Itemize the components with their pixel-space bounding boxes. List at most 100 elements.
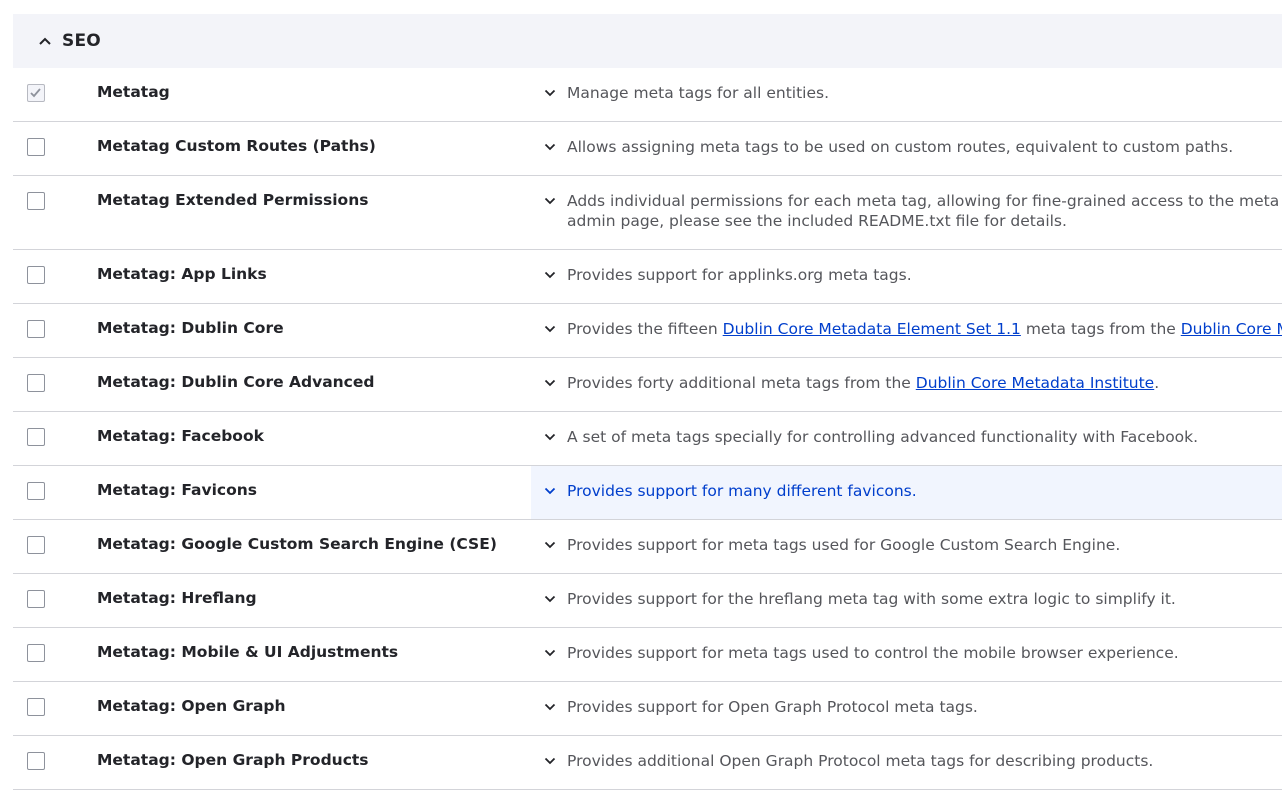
module-checkbox[interactable] — [27, 428, 45, 446]
module-checkbox[interactable] — [27, 590, 45, 608]
module-list-page: SEO Metatag Manage meta tags for all enti… — [0, 0, 1282, 790]
module-description: Provides support for the hreflang meta t… — [567, 589, 1176, 609]
chevron-down-icon — [544, 757, 556, 765]
module-name[interactable]: Metatag: Favicons — [97, 481, 257, 499]
module-description-toggle[interactable]: Allows assigning meta tags to be used on… — [531, 122, 1282, 175]
module-row: Metatag Manage meta tags for all entities… — [13, 68, 1282, 122]
chevron-down-icon — [544, 197, 556, 205]
description-line: Adds individual permissions for each met… — [567, 192, 1282, 210]
chevron-down-icon — [544, 143, 556, 151]
module-row: Metatag: Dublin Core Provides the fifteen… — [13, 304, 1282, 358]
module-name[interactable]: Metatag — [97, 83, 170, 101]
module-row: Metatag Custom Routes (Paths) Allows assi… — [13, 122, 1282, 176]
module-checkbox[interactable] — [27, 698, 45, 716]
module-row: Metatag: Mobile & UI Adjustments Provides… — [13, 628, 1282, 682]
description-line: Provides support for many different favi… — [567, 482, 917, 500]
module-description-toggle[interactable]: Provides support for applinks.org meta t… — [531, 250, 1282, 303]
module-checkbox[interactable] — [27, 266, 45, 284]
module-description: Provides support for Open Graph Protocol… — [567, 697, 978, 717]
module-description-toggle[interactable]: Provides support for the hreflang meta t… — [531, 574, 1282, 627]
description-link[interactable]: Dublin Core Metadata Element Set 1.1 — [723, 320, 1021, 338]
module-row: Metatag: App Links Provides support for a… — [13, 250, 1282, 304]
chevron-down-icon — [544, 649, 556, 657]
chevron-up-icon — [39, 37, 51, 45]
module-checkbox[interactable] — [27, 644, 45, 662]
module-description-toggle[interactable]: Provides forty additional meta tags from… — [531, 358, 1282, 411]
module-description-toggle[interactable]: Manage meta tags for all entities. — [531, 68, 1282, 121]
description-line: Provides support for meta tags used for … — [567, 536, 1121, 554]
module-checkbox[interactable] — [27, 482, 45, 500]
description-line: Manage meta tags for all entities. — [567, 84, 829, 102]
module-name[interactable]: Metatag Custom Routes (Paths) — [97, 137, 376, 155]
module-description: A set of meta tags specially for control… — [567, 427, 1198, 447]
module-description-toggle[interactable]: Provides support for meta tags used to c… — [531, 628, 1282, 681]
description-line: Provides additional Open Graph Protocol … — [567, 752, 1154, 770]
chevron-down-icon — [544, 703, 556, 711]
description-link[interactable]: Dublin Core Metada — [1181, 320, 1282, 338]
module-description-toggle[interactable]: Provides additional Open Graph Protocol … — [531, 736, 1282, 789]
module-name[interactable]: Metatag: App Links — [97, 265, 267, 283]
module-checkbox — [27, 84, 45, 102]
module-description: Provides additional Open Graph Protocol … — [567, 751, 1153, 771]
module-row: Metatag: Open Graph Products Provides add… — [13, 736, 1282, 790]
module-description: Allows assigning meta tags to be used on… — [567, 137, 1233, 157]
module-checkbox[interactable] — [27, 138, 45, 156]
chevron-down-icon — [544, 379, 556, 387]
module-name[interactable]: Metatag: Mobile & UI Adjustments — [97, 643, 398, 661]
module-description-toggle[interactable]: Provides support for Open Graph Protocol… — [531, 682, 1282, 735]
module-row: Metatag: Dublin Core Advanced Provides fo… — [13, 358, 1282, 412]
description-link[interactable]: Dublin Core Metadata Institute — [916, 374, 1154, 392]
chevron-down-icon — [544, 433, 556, 441]
module-description-toggle[interactable]: Provides support for many different favi… — [531, 466, 1282, 519]
module-checkbox[interactable] — [27, 374, 45, 392]
module-name[interactable]: Metatag: Dublin Core Advanced — [97, 373, 374, 391]
module-row: Metatag: Open Graph Provides support for … — [13, 682, 1282, 736]
module-description-toggle[interactable]: Adds individual permissions for each met… — [531, 176, 1282, 249]
module-checkbox[interactable] — [27, 536, 45, 554]
description-line: Provides support for meta tags used to c… — [567, 644, 1179, 662]
description-text: Provides the fifteen — [567, 320, 723, 338]
module-description-toggle[interactable]: Provides support for meta tags used for … — [531, 520, 1282, 573]
chevron-down-icon — [544, 487, 556, 495]
module-name[interactable]: Metatag Extended Permissions — [97, 191, 368, 209]
module-row: Metatag Extended Permissions Adds individ… — [13, 176, 1282, 250]
module-description: Provides the fifteen Dublin Core Metadat… — [567, 319, 1282, 339]
description-line: Provides support for Open Graph Protocol… — [567, 698, 978, 716]
module-description: Manage meta tags for all entities. — [567, 83, 829, 103]
description-text: . — [1154, 374, 1160, 392]
chevron-down-icon — [544, 595, 556, 603]
description-line: Allows assigning meta tags to be used on… — [567, 138, 1234, 156]
module-row: Metatag: Facebook A set of meta tags spec… — [13, 412, 1282, 466]
module-description: Provides support for applinks.org meta t… — [567, 265, 912, 285]
module-checkbox[interactable] — [27, 752, 45, 770]
module-description-toggle[interactable]: Provides the fifteen Dublin Core Metadat… — [531, 304, 1282, 357]
module-description: Provides support for meta tags used to c… — [567, 643, 1179, 663]
module-name[interactable]: Metatag: Google Custom Search Engine (CS… — [97, 535, 497, 553]
description-line: admin page, please see the included READ… — [567, 212, 1067, 230]
chevron-down-icon — [544, 325, 556, 333]
description-line: Provides support for applinks.org meta t… — [567, 266, 912, 284]
module-row: Metatag: Favicons Provides support for ma… — [13, 466, 1282, 520]
module-name[interactable]: Metatag: Open Graph Products — [97, 751, 369, 769]
module-checkbox[interactable] — [27, 192, 45, 210]
module-name[interactable]: Metatag: Hreflang — [97, 589, 257, 607]
module-name[interactable]: Metatag: Facebook — [97, 427, 264, 445]
seo-section-toggle[interactable]: SEO — [13, 14, 1282, 68]
module-table: Metatag Manage meta tags for all entities… — [13, 68, 1282, 790]
checkmark-icon — [30, 88, 41, 98]
module-checkbox[interactable] — [27, 320, 45, 338]
description-line: A set of meta tags specially for control… — [567, 428, 1199, 446]
chevron-down-icon — [544, 89, 556, 97]
module-name[interactable]: Metatag: Open Graph — [97, 697, 286, 715]
module-description: Provides support for many different favi… — [567, 481, 917, 501]
chevron-down-icon — [544, 271, 556, 279]
section-title: SEO — [62, 31, 101, 51]
module-description-toggle[interactable]: A set of meta tags specially for control… — [531, 412, 1282, 465]
description-text: meta tags from the — [1020, 320, 1181, 338]
module-row: Metatag: Hreflang Provides support for th… — [13, 574, 1282, 628]
module-name[interactable]: Metatag: Dublin Core — [97, 319, 284, 337]
module-description: Provides support for meta tags used for … — [567, 535, 1120, 555]
module-row: Metatag: Google Custom Search Engine (CS… — [13, 520, 1282, 574]
module-description: Provides forty additional meta tags from… — [567, 373, 1159, 393]
chevron-down-icon — [544, 541, 556, 549]
